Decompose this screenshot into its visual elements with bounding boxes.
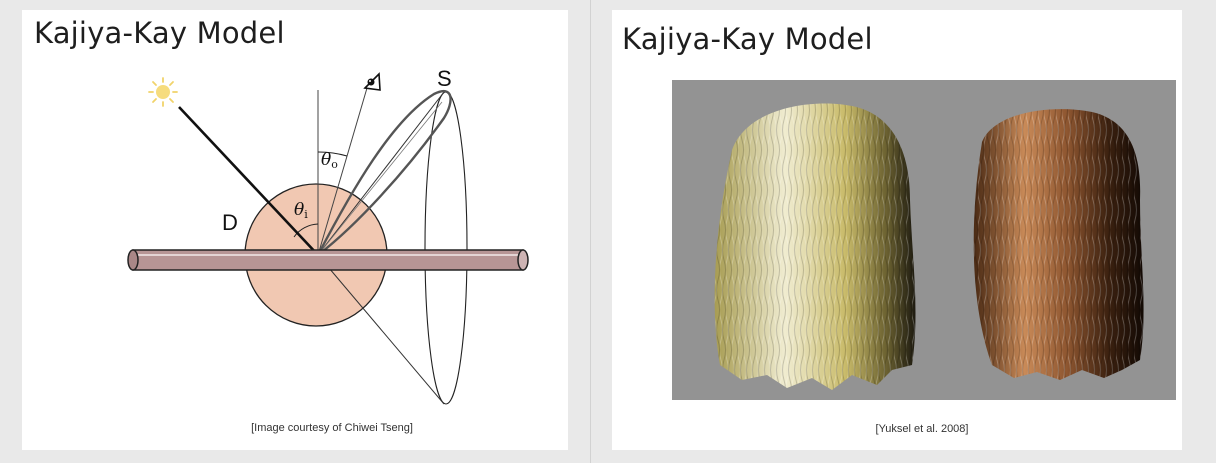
specular-cone-ellipse bbox=[424, 91, 468, 405]
brown-hair bbox=[973, 109, 1144, 381]
label-s: S bbox=[437, 66, 452, 91]
sun-icon bbox=[148, 77, 178, 107]
slide-divider bbox=[590, 0, 591, 463]
right-slide-caption: [Yuksel et al. 2008] bbox=[875, 423, 969, 435]
kajiya-kay-diagram: D S θi θo bbox=[127, 66, 529, 405]
left-slide: Kajiya-Kay Model D S θi θo [Image courte… bbox=[22, 10, 568, 450]
label-d: D bbox=[222, 210, 238, 235]
hair-render-image bbox=[672, 80, 1176, 400]
right-slide-title: Kajiya-Kay Model bbox=[622, 22, 873, 56]
blonde-hair bbox=[714, 103, 916, 391]
eye-icon bbox=[363, 72, 381, 91]
right-slide: Kajiya-Kay Model [Yuksel et al. 2008] bbox=[612, 10, 1182, 450]
hair-fiber-cylinder bbox=[127, 249, 529, 271]
left-slide-caption: [Image courtesy of Chiwei Tseng] bbox=[251, 422, 413, 434]
